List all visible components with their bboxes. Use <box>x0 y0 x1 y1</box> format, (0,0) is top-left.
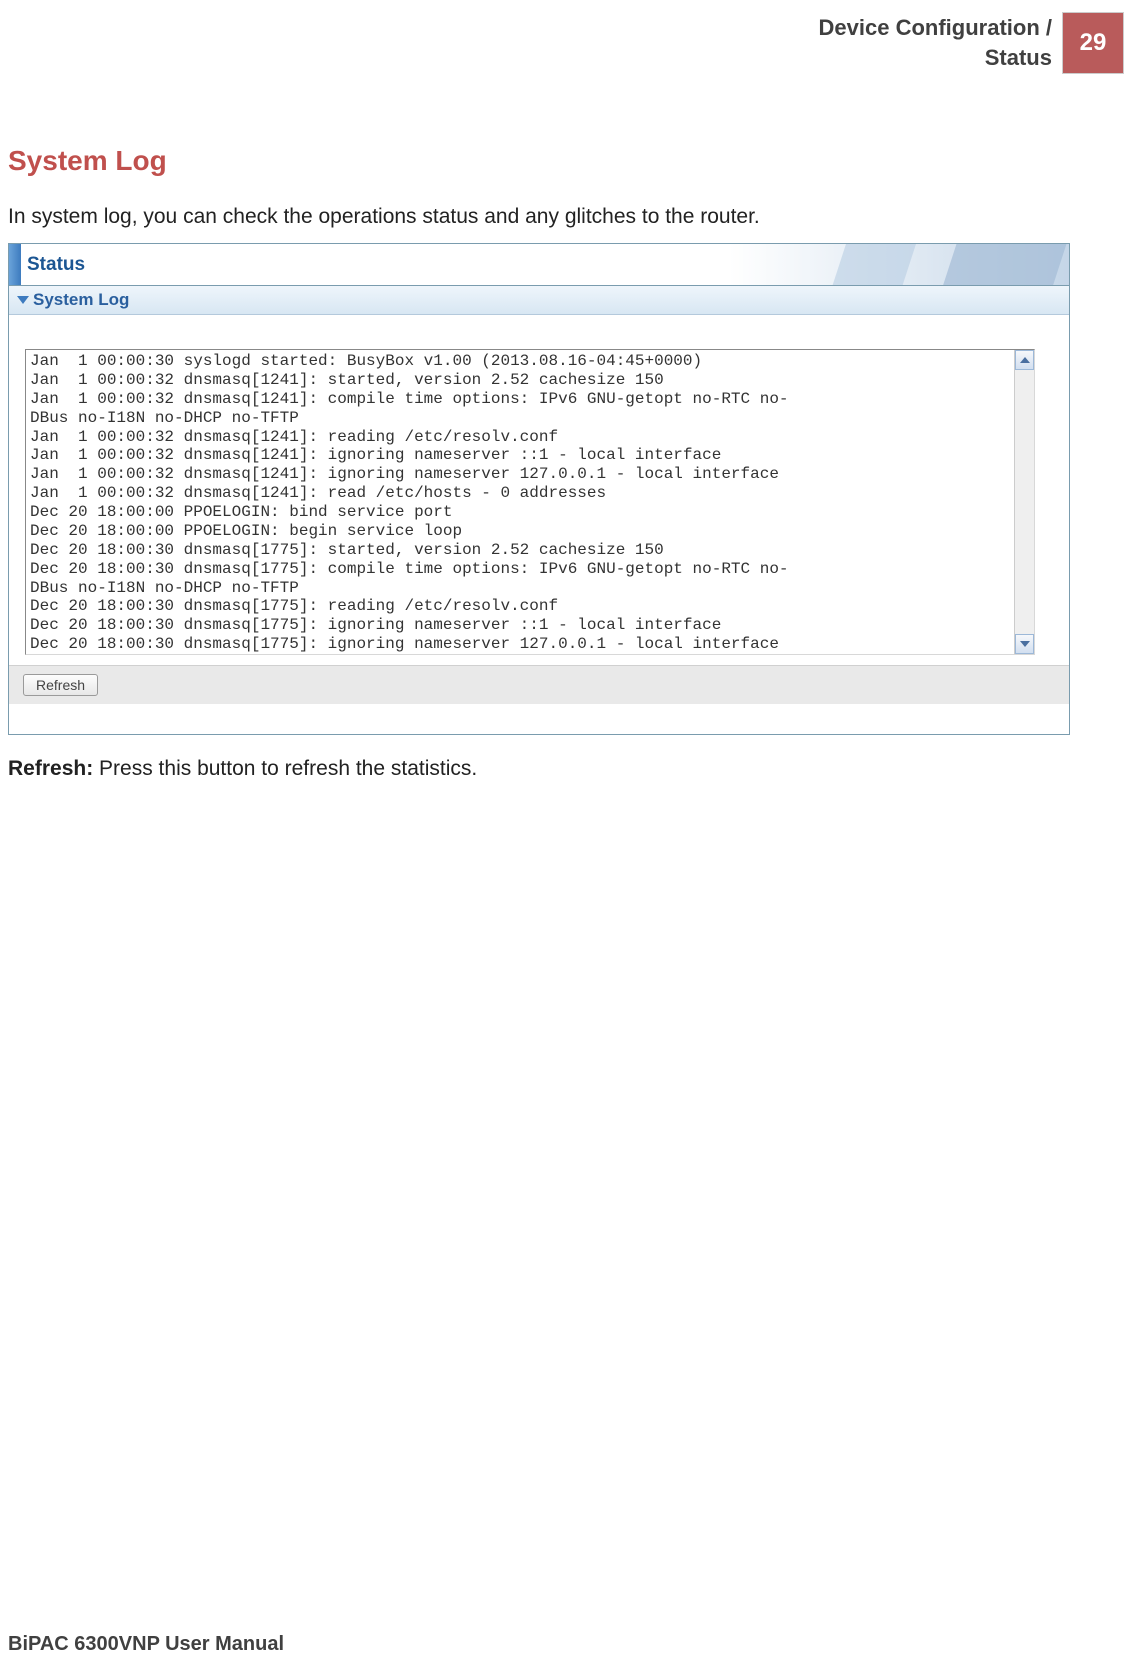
collapse-icon <box>17 296 29 304</box>
router-ui-screenshot: Status System Log Jan 1 00:00:30 syslogd… <box>8 243 1070 735</box>
log-area-wrap: Jan 1 00:00:30 syslogd started: BusyBox … <box>9 315 1069 665</box>
refresh-desc-bold: Refresh: <box>8 757 93 780</box>
log-textarea[interactable]: Jan 1 00:00:30 syslogd started: BusyBox … <box>25 349 1035 655</box>
system-log-panel-title: System Log <box>33 290 129 310</box>
page-header: Device Configuration / Status 29 <box>819 12 1124 74</box>
header-line2: Status <box>985 45 1052 70</box>
intro-text: In system log, you can check the operati… <box>8 205 1104 229</box>
footer-text: BiPAC 6300VNP User Manual <box>8 1633 284 1656</box>
log-content: Jan 1 00:00:30 syslogd started: BusyBox … <box>26 350 1014 654</box>
scroll-down-button[interactable] <box>1015 634 1034 654</box>
log-scrollbar[interactable] <box>1014 350 1034 654</box>
status-bar-decor <box>729 244 1069 285</box>
section-title: System Log <box>8 145 1104 177</box>
header-title: Device Configuration / Status <box>819 13 1052 72</box>
refresh-description: Refresh: Press this button to refresh th… <box>8 757 1104 781</box>
status-bar: Status <box>9 244 1069 286</box>
page-content: System Log In system log, you can check … <box>8 145 1104 781</box>
button-row: Refresh <box>9 665 1069 704</box>
page-number-badge: 29 <box>1062 12 1124 74</box>
status-bar-left: Status <box>9 244 729 285</box>
screenshot-bottom-padding <box>9 704 1069 734</box>
blue-stripe-icon <box>9 244 21 285</box>
scroll-up-button[interactable] <box>1015 350 1034 370</box>
system-log-panel-header[interactable]: System Log <box>9 286 1069 315</box>
refresh-desc-rest: Press this button to refresh the statist… <box>93 757 477 780</box>
header-line1: Device Configuration / <box>819 15 1052 40</box>
status-label: Status <box>27 254 85 276</box>
refresh-button[interactable]: Refresh <box>23 674 98 696</box>
